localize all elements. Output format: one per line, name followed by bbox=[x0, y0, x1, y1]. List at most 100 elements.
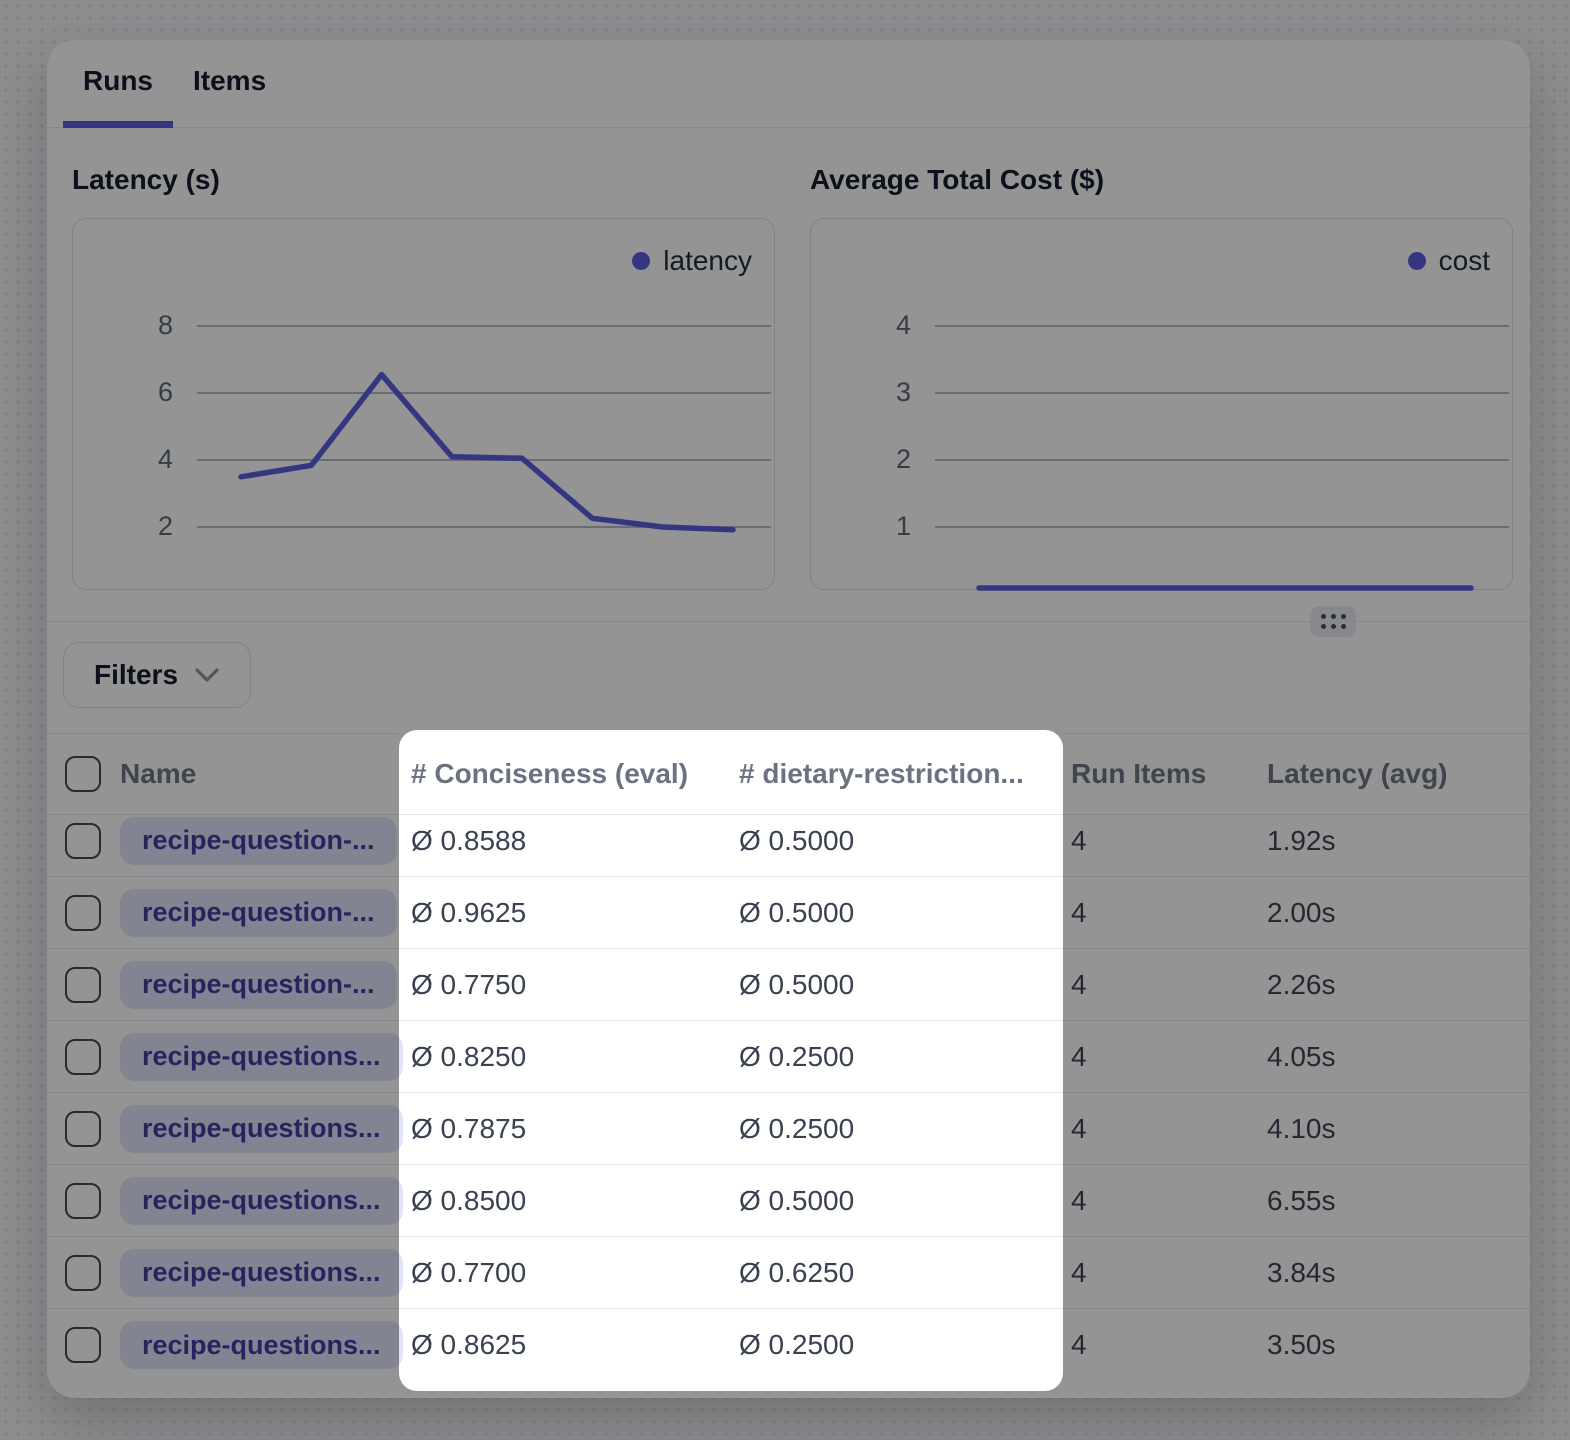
y-axis-tick-label: 8 bbox=[73, 312, 173, 339]
run-name-cell: recipe-questions... bbox=[120, 1093, 399, 1165]
conciseness-score-cell: Ø 0.9625 bbox=[399, 877, 731, 949]
run-name-cell: recipe-question-... bbox=[120, 949, 399, 1021]
y-axis-tick-label: 1 bbox=[811, 513, 911, 540]
run-name-badge[interactable]: recipe-questions... bbox=[120, 1321, 403, 1369]
run-items-cell: 4 bbox=[1063, 1309, 1267, 1381]
conciseness-score-cell: Ø 0.8500 bbox=[399, 1165, 731, 1237]
row-checkbox[interactable] bbox=[65, 967, 101, 1003]
latency-avg-cell: 1.92s bbox=[1267, 805, 1530, 877]
row-checkbox-cell bbox=[47, 949, 120, 1021]
run-name-badge[interactable]: recipe-questions... bbox=[120, 1177, 403, 1225]
dietary-restriction-score-cell: Ø 0.5000 bbox=[731, 1165, 1063, 1237]
run-name-badge[interactable]: recipe-questions... bbox=[120, 1033, 403, 1081]
section-divider bbox=[47, 621, 1530, 622]
row-checkbox[interactable] bbox=[65, 823, 101, 859]
run-name-cell: recipe-question-... bbox=[120, 805, 399, 877]
run-name-cell: recipe-questions... bbox=[120, 1237, 399, 1309]
latency-chart: latency 2 4 6 8 bbox=[72, 218, 775, 590]
runs-panel: Runs Items Latency (s) Average Total Cos… bbox=[47, 40, 1530, 1398]
conciseness-score-cell: Ø 0.7750 bbox=[399, 949, 731, 1021]
dietary-restriction-score-cell: Ø 0.2500 bbox=[731, 1093, 1063, 1165]
row-checkbox[interactable] bbox=[65, 1255, 101, 1291]
column-header-conciseness: # Conciseness (eval) bbox=[399, 733, 731, 815]
latency-avg-cell: 3.84s bbox=[1267, 1237, 1530, 1309]
filters-button-label: Filters bbox=[94, 659, 178, 691]
conciseness-score-cell: Ø 0.7700 bbox=[399, 1237, 731, 1309]
latency-avg-cell: 4.10s bbox=[1267, 1093, 1530, 1165]
latency-chart-title: Latency (s) bbox=[72, 164, 220, 196]
latency-avg-cell: 2.00s bbox=[1267, 877, 1530, 949]
select-all-checkbox[interactable] bbox=[65, 756, 101, 792]
y-axis-tick-label: 6 bbox=[73, 379, 173, 406]
grip-dots-icon bbox=[1321, 614, 1346, 629]
dietary-restriction-score-cell: Ø 0.5000 bbox=[731, 949, 1063, 1021]
chevron-down-icon bbox=[194, 667, 220, 683]
header-checkbox-cell bbox=[47, 733, 120, 815]
latency-avg-cell: 3.50s bbox=[1267, 1309, 1530, 1381]
run-name-cell: recipe-questions... bbox=[120, 1021, 399, 1093]
run-items-cell: 4 bbox=[1063, 877, 1267, 949]
dietary-restriction-score-cell: Ø 0.6250 bbox=[731, 1237, 1063, 1309]
column-header-dietary-restriction: # dietary-restriction... bbox=[731, 733, 1063, 815]
row-checkbox[interactable] bbox=[65, 895, 101, 931]
row-checkbox[interactable] bbox=[65, 1111, 101, 1147]
run-items-cell: 4 bbox=[1063, 1237, 1267, 1309]
run-name-cell: recipe-questions... bbox=[120, 1309, 399, 1381]
cost-legend-dot-icon bbox=[1408, 252, 1426, 270]
row-checkbox[interactable] bbox=[65, 1039, 101, 1075]
run-name-cell: recipe-questions... bbox=[120, 1165, 399, 1237]
cost-chart: cost 1 2 3 4 bbox=[810, 218, 1513, 590]
tab-items[interactable]: Items bbox=[173, 40, 286, 127]
cost-chart-legend: cost bbox=[1408, 245, 1490, 277]
filters-button[interactable]: Filters bbox=[63, 642, 251, 708]
latency-chart-legend: latency bbox=[632, 245, 752, 277]
conciseness-score-cell: Ø 0.8588 bbox=[399, 805, 731, 877]
run-name-badge[interactable]: recipe-questions... bbox=[120, 1105, 403, 1153]
row-checkbox-cell bbox=[47, 1237, 120, 1309]
row-checkbox[interactable] bbox=[65, 1183, 101, 1219]
run-name-badge[interactable]: recipe-question-... bbox=[120, 889, 397, 937]
y-axis-tick-label: 2 bbox=[811, 446, 911, 473]
latency-avg-cell: 6.55s bbox=[1267, 1165, 1530, 1237]
dietary-restriction-score-cell: Ø 0.2500 bbox=[731, 1021, 1063, 1093]
cost-legend-label: cost bbox=[1439, 245, 1490, 277]
tabs-bar: Runs Items bbox=[47, 40, 1530, 128]
latency-avg-cell: 2.26s bbox=[1267, 949, 1530, 1021]
row-checkbox[interactable] bbox=[65, 1327, 101, 1363]
row-checkbox-cell bbox=[47, 1165, 120, 1237]
row-checkbox-cell bbox=[47, 1093, 120, 1165]
dietary-restriction-score-cell: Ø 0.5000 bbox=[731, 805, 1063, 877]
conciseness-score-cell: Ø 0.8250 bbox=[399, 1021, 731, 1093]
run-name-cell: recipe-question-... bbox=[120, 877, 399, 949]
conciseness-score-cell: Ø 0.7875 bbox=[399, 1093, 731, 1165]
column-header-run-items: Run Items bbox=[1063, 733, 1267, 815]
latency-legend-label: latency bbox=[663, 245, 752, 277]
latency-line-series bbox=[241, 375, 733, 530]
y-axis-tick-label: 4 bbox=[73, 446, 173, 473]
run-items-cell: 4 bbox=[1063, 805, 1267, 877]
run-items-cell: 4 bbox=[1063, 1021, 1267, 1093]
conciseness-score-cell: Ø 0.8625 bbox=[399, 1309, 731, 1381]
run-items-cell: 4 bbox=[1063, 1093, 1267, 1165]
y-axis-tick-label: 3 bbox=[811, 379, 911, 406]
run-name-badge[interactable]: recipe-questions... bbox=[120, 1249, 403, 1297]
page: { "tabs": { "runs": "Runs", "items": "It… bbox=[0, 0, 1570, 1440]
row-checkbox-cell bbox=[47, 1309, 120, 1381]
column-header-name: Name bbox=[120, 733, 399, 815]
latency-avg-cell: 4.05s bbox=[1267, 1021, 1530, 1093]
resize-drag-handle[interactable] bbox=[1310, 606, 1356, 637]
dietary-restriction-score-cell: Ø 0.2500 bbox=[731, 1309, 1063, 1381]
y-axis-tick-label: 2 bbox=[73, 513, 173, 540]
y-axis-tick-label: 4 bbox=[811, 312, 911, 339]
row-checkbox-cell bbox=[47, 805, 120, 877]
column-header-latency-avg: Latency (avg) bbox=[1267, 733, 1530, 815]
dietary-restriction-score-cell: Ø 0.5000 bbox=[731, 877, 1063, 949]
tab-runs[interactable]: Runs bbox=[63, 40, 173, 127]
run-name-badge[interactable]: recipe-question-... bbox=[120, 817, 397, 865]
run-items-cell: 4 bbox=[1063, 949, 1267, 1021]
cost-chart-title: Average Total Cost ($) bbox=[810, 164, 1104, 196]
charts-section: Latency (s) Average Total Cost ($) laten… bbox=[47, 128, 1530, 621]
run-name-badge[interactable]: recipe-question-... bbox=[120, 961, 397, 1009]
row-checkbox-cell bbox=[47, 877, 120, 949]
run-items-cell: 4 bbox=[1063, 1165, 1267, 1237]
